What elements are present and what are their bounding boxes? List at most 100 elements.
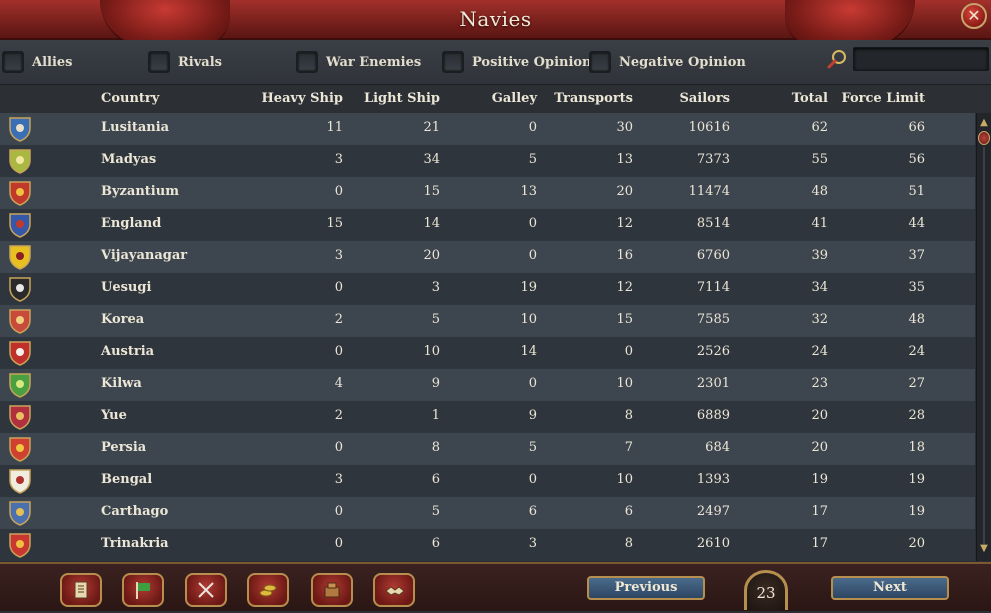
light-ship-count: 5	[431, 504, 440, 519]
negative-opinion-checkbox[interactable]	[589, 51, 611, 73]
table-row[interactable]: Kilwa 4 9 0 10 2301 23 27	[0, 369, 975, 401]
navies-table: Lusitania 11 21 0 30 10616 62 66 Madyas …	[0, 113, 975, 561]
allies-checkbox[interactable]	[2, 51, 24, 73]
scroll-down-arrow-icon[interactable]: ▼	[977, 543, 991, 555]
total-count: 41	[811, 216, 828, 231]
force-limit: 28	[908, 408, 925, 423]
column-header-transports[interactable]: Transports	[550, 91, 633, 106]
total-count: 23	[811, 376, 828, 391]
country-name: Kilwa	[101, 376, 142, 391]
galley-count: 0	[528, 120, 537, 135]
column-header-sailors[interactable]: Sailors	[660, 91, 730, 106]
galley-count: 9	[528, 408, 537, 423]
sailors-count: 2610	[696, 536, 730, 551]
table-row[interactable]: Madyas 3 34 5 13 7373 55 56	[0, 145, 975, 177]
filter-war-enemies[interactable]: War Enemies	[296, 49, 421, 75]
filter-rivals[interactable]: Rivals	[148, 49, 222, 75]
scroll-up-arrow-icon[interactable]: ▲	[977, 117, 991, 129]
flag-tab-button[interactable]	[122, 573, 164, 607]
filter-label: Negative Opinion	[619, 54, 746, 70]
light-ship-count: 21	[423, 120, 440, 135]
country-name: Trinakria	[101, 536, 169, 551]
filter-negative-opinion[interactable]: Negative Opinion	[589, 49, 746, 75]
total-count: 48	[811, 184, 828, 199]
galley-count: 0	[528, 376, 537, 391]
light-ship-count: 20	[423, 248, 440, 263]
force-limit: 66	[908, 120, 925, 135]
force-limit: 19	[908, 504, 925, 519]
galley-count: 14	[520, 344, 537, 359]
table-row[interactable]: England 15 14 0 12 8514 41 44	[0, 209, 975, 241]
column-header-total[interactable]: Total	[770, 91, 828, 106]
sailors-count: 11474	[688, 184, 730, 199]
light-ship-count: 1	[431, 408, 440, 423]
table-row[interactable]: Korea 2 5 10 15 7585 32 48	[0, 305, 975, 337]
country-shield-icon	[9, 405, 31, 430]
total-count: 19	[811, 472, 828, 487]
military-tab-button[interactable]	[185, 573, 227, 607]
column-header-galley[interactable]: Galley	[470, 91, 537, 106]
country-shield-icon	[9, 501, 31, 526]
sailors-count: 2497	[696, 504, 730, 519]
scroll-track[interactable]	[983, 147, 985, 547]
table-row[interactable]: Byzantium 0 15 13 20 11474 48 51	[0, 177, 975, 209]
search-input[interactable]	[853, 47, 989, 71]
heavy-ship-count: 3	[334, 472, 343, 487]
transports-count: 15	[616, 312, 633, 327]
table-row[interactable]: Lusitania 11 21 0 30 10616 62 66	[0, 113, 975, 145]
table-row[interactable]: Yue 2 1 9 8 6889 20 28	[0, 401, 975, 433]
column-header-country[interactable]: Country	[101, 91, 159, 106]
scroll-thumb[interactable]	[978, 131, 990, 145]
country-name: Carthago	[101, 504, 169, 519]
filter-label: Positive Opinion	[472, 54, 592, 70]
galley-count: 5	[528, 440, 537, 455]
magnifier-icon	[827, 50, 846, 69]
close-button[interactable]: ✕	[961, 3, 987, 29]
total-count: 17	[811, 504, 828, 519]
transports-count: 16	[616, 248, 633, 263]
total-count: 55	[811, 152, 828, 167]
filter-label: Allies	[32, 54, 73, 70]
filter-positive-opinion[interactable]: Positive Opinion	[442, 49, 592, 75]
table-header: Country Heavy Ship Light Ship Galley Tra…	[0, 85, 991, 113]
table-row[interactable]: Bengal 3 6 0 10 1393 19 19	[0, 465, 975, 497]
sailors-count: 7585	[696, 312, 730, 327]
table-row[interactable]: Carthago 0 5 6 6 2497 17 19	[0, 497, 975, 529]
country-name: Madyas	[101, 152, 157, 167]
transports-count: 13	[616, 152, 633, 167]
country-shield-icon	[9, 469, 31, 494]
ledger-icon	[74, 581, 88, 599]
previous-page-button[interactable]: Previous	[587, 576, 705, 600]
next-page-button[interactable]: Next	[831, 576, 949, 600]
heavy-ship-count: 0	[334, 184, 343, 199]
country-shield-icon	[9, 309, 31, 334]
trade-tab-button[interactable]	[311, 573, 353, 607]
rivals-checkbox[interactable]	[148, 51, 170, 73]
light-ship-count: 9	[431, 376, 440, 391]
total-count: 24	[811, 344, 828, 359]
economy-tab-button[interactable]	[247, 573, 289, 607]
positive-opinion-checkbox[interactable]	[442, 51, 464, 73]
table-row[interactable]: Vijayanagar 3 20 0 16 6760 39 37	[0, 241, 975, 273]
country-name: England	[101, 216, 162, 231]
sailors-count: 6889	[696, 408, 730, 423]
war-enemies-checkbox[interactable]	[296, 51, 318, 73]
light-ship-count: 10	[423, 344, 440, 359]
close-icon: ✕	[967, 6, 981, 25]
table-row[interactable]: Uesugi 0 3 19 12 7114 34 35	[0, 273, 975, 305]
filter-allies[interactable]: Allies	[2, 49, 73, 75]
country-name: Lusitania	[101, 120, 170, 135]
country-shield-icon	[9, 373, 31, 398]
column-header-force-limit[interactable]: Force Limit	[840, 91, 925, 106]
galley-count: 3	[528, 536, 537, 551]
table-row[interactable]: Persia 0 8 5 7 684 20 18	[0, 433, 975, 465]
table-row[interactable]: Trinakria 0 6 3 8 2610 17 20	[0, 529, 975, 561]
table-scrollbar[interactable]: ▲ ▼	[976, 113, 991, 561]
column-header-light-ship[interactable]: Light Ship	[350, 91, 440, 106]
diplomacy-tab-button[interactable]	[373, 573, 415, 607]
ledger-tab-button[interactable]	[60, 573, 102, 607]
trade-goods-icon	[324, 582, 340, 598]
column-header-heavy-ship[interactable]: Heavy Ship	[250, 91, 343, 106]
total-count: 20	[811, 440, 828, 455]
table-row[interactable]: Austria 0 10 14 0 2526 24 24	[0, 337, 975, 369]
